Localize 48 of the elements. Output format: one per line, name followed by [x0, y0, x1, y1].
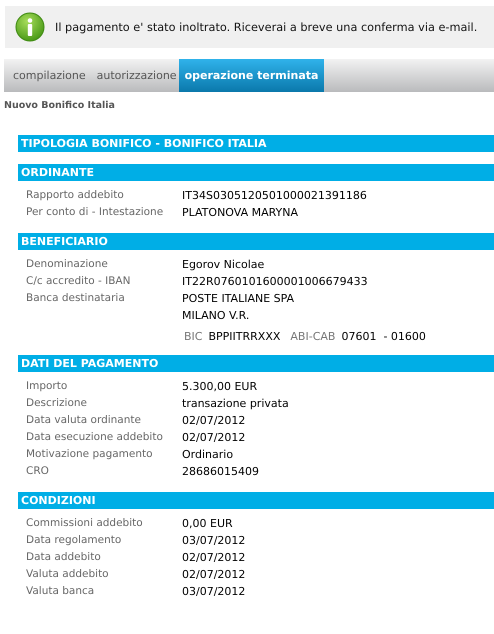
field-label: Descrizione: [26, 397, 88, 410]
info-icon: [15, 12, 45, 42]
field-label: Data esecuzione addebito: [26, 431, 164, 444]
code-value: BPPIITRRXXX: [208, 330, 280, 343]
field-value: 02/07/2012: [182, 567, 246, 583]
field-label: Data regolamento: [26, 534, 122, 547]
field-label: Denominazione: [26, 258, 109, 271]
step-tab[interactable]: autorizzazione: [88, 59, 179, 92]
field-value: transazione privata: [182, 396, 290, 412]
field-label: Data addebito: [26, 551, 102, 564]
step-tab[interactable]: compilazione: [4, 59, 88, 92]
field-value: 03/07/2012: [182, 533, 246, 549]
field-value: 02/07/2012: [182, 430, 246, 446]
field-label: C/c accredito - IBAN: [26, 275, 132, 288]
field-label: Importo: [26, 380, 68, 393]
field-value: POSTE ITALIANE SPA: [182, 291, 296, 307]
notice-message: Il pagamento e' stato inoltrato. Riceverai a breve una conferma via e-mail.: [55, 20, 478, 34]
field-label: Motivazione pagamento: [26, 448, 154, 461]
code-label: ABI-CAB: [290, 330, 336, 343]
field-value: 0,00 EUR: [182, 516, 234, 532]
section-header: ORDINANTE: [18, 164, 494, 181]
section-header: DATI DEL PAGAMENTO: [18, 355, 494, 372]
code-value: 07601 - 01600: [341, 330, 426, 343]
field-label: CRO: [26, 465, 50, 478]
field-value: 5.300,00 EUR: [182, 379, 258, 395]
section-header: CONDIZIONI: [18, 492, 494, 509]
field-label: Banca destinataria: [26, 291, 126, 305]
field-value: 03/07/2012: [182, 584, 246, 600]
field-label: Valuta addebito: [26, 568, 110, 581]
field-value: IT34S0305120501000021391186: [182, 188, 368, 204]
field-value: 02/07/2012: [182, 550, 246, 566]
section-header: TIPOLOGIA BONIFICO - BONIFICO ITALIA: [18, 135, 494, 152]
step-tab[interactable]: operazione terminata: [178, 59, 324, 92]
code-label: BIC: [184, 330, 202, 343]
field-value: PLATONOVA MARYNA: [182, 205, 300, 221]
page-title: Nuovo Bonifico Italia: [4, 100, 116, 111]
field-label: Per conto di - Intestazione: [26, 206, 164, 219]
field-value: IT22R0760101600001006679433: [182, 274, 369, 290]
field-value: Ordinario: [182, 447, 234, 463]
field-label: Valuta banca: [26, 585, 96, 598]
field-value: MILANO V.R.: [182, 308, 250, 324]
field-label: Data valuta ordinante: [26, 414, 142, 427]
field-value: Egorov Nicolae: [182, 257, 266, 273]
field-label: Rapporto addebito: [26, 189, 125, 202]
section-header: BENEFICIARIO: [18, 233, 494, 250]
field-label: Commissioni addebito: [26, 517, 144, 530]
field-value: 02/07/2012: [182, 413, 246, 429]
field-value: 28686015409: [182, 464, 260, 480]
